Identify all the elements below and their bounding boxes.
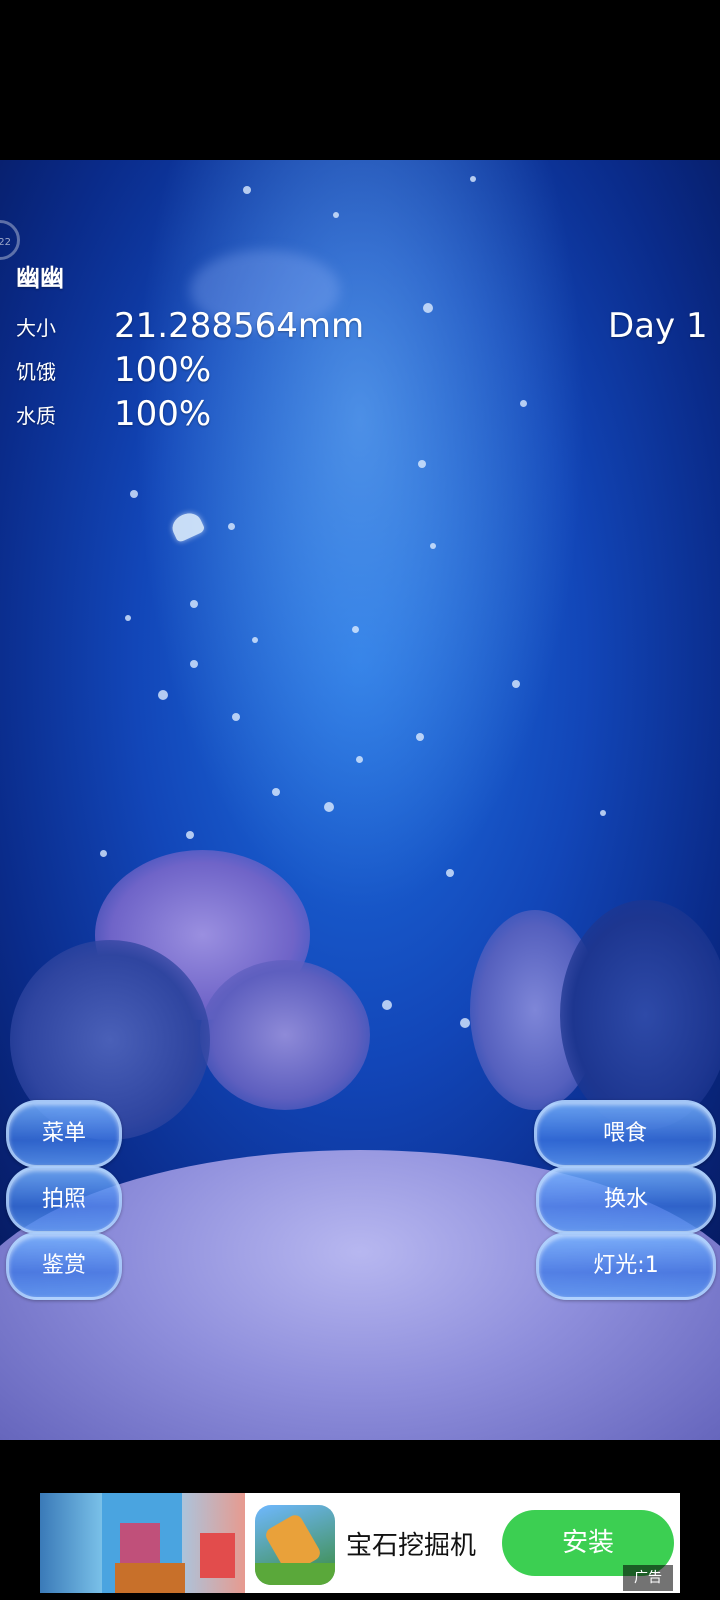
bubble	[512, 680, 520, 688]
photo-button[interactable]: 拍照	[6, 1166, 122, 1234]
bubble	[352, 626, 359, 633]
bubble	[418, 460, 426, 468]
bubble	[430, 543, 436, 549]
app-icon[interactable]	[255, 1505, 335, 1585]
bubble	[100, 850, 107, 857]
ad-banner[interactable]: 宝石挖掘机 安装 广告	[40, 1493, 680, 1593]
bubble	[423, 303, 433, 313]
bubble	[520, 400, 527, 407]
bubble	[333, 212, 339, 218]
bubble	[272, 788, 280, 796]
size-value: 21.288564mm	[114, 306, 365, 346]
bubble	[382, 1000, 392, 1010]
bubble	[600, 810, 606, 816]
day-counter: Day 1	[608, 306, 708, 346]
hunger-label: 饥饿	[16, 360, 56, 384]
bubble	[356, 756, 363, 763]
hunger-value: 100%	[114, 350, 212, 390]
bubble	[125, 615, 131, 621]
bubble	[158, 690, 168, 700]
ad-app-title: 宝石挖掘机	[346, 1531, 477, 1561]
status-bar-area	[0, 0, 720, 160]
bubble	[470, 176, 476, 182]
bubble	[460, 1018, 470, 1028]
bubble	[228, 523, 235, 530]
water-quality-label: 水质	[16, 404, 56, 428]
right-coral	[560, 900, 720, 1130]
bubble	[130, 490, 138, 498]
bubble	[416, 733, 424, 741]
appreciate-button[interactable]: 鉴赏	[6, 1232, 122, 1300]
pet-name: 幽幽	[16, 264, 64, 292]
bubble	[243, 186, 251, 194]
bubble	[446, 869, 454, 877]
left-coral	[200, 960, 370, 1110]
jellyfish[interactable]	[168, 508, 206, 544]
bubble	[232, 713, 240, 721]
ad-label-badge: 广告	[623, 1565, 673, 1591]
bubble	[190, 660, 198, 668]
bubble	[324, 802, 334, 812]
light-button[interactable]: 灯光:1	[536, 1232, 716, 1300]
ad-preview-image[interactable]	[40, 1493, 245, 1593]
water-quality-value: 100%	[114, 394, 212, 434]
bubble	[190, 600, 198, 608]
feed-button[interactable]: 喂食	[534, 1100, 716, 1168]
change-water-button[interactable]: 换水	[536, 1166, 716, 1234]
size-label: 大小	[16, 316, 56, 340]
bubble	[252, 637, 258, 643]
menu-button[interactable]: 菜单	[6, 1100, 122, 1168]
bubble	[186, 831, 194, 839]
